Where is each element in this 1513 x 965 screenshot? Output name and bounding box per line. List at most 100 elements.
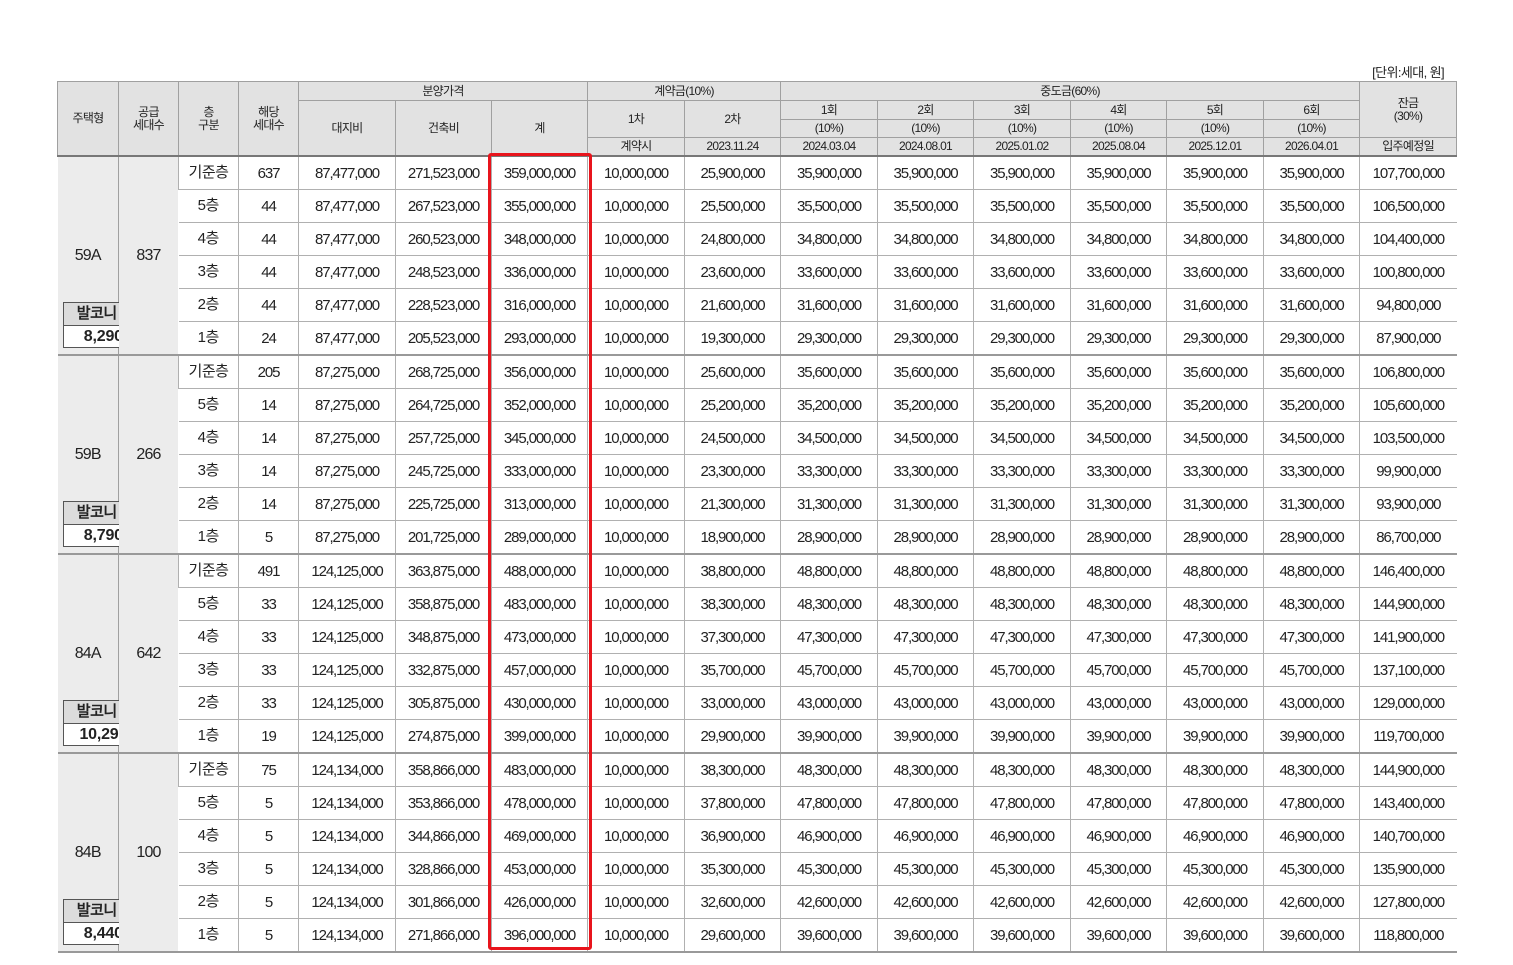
balance-cell: 144,900,000 [1359, 753, 1457, 787]
middle-payment-cell: 35,200,000 [780, 388, 878, 422]
middle-payment-cell: 43,000,000 [1070, 686, 1167, 720]
header-middle-pct: (10%) [780, 119, 878, 138]
type-cell: 84B발코니 확장비8,440,000 [57, 753, 175, 953]
middle-payment-cell: 43,000,000 [1166, 686, 1264, 720]
total-cell: 426,000,000 [491, 885, 588, 919]
middle-payment-cell: 35,500,000 [1166, 189, 1264, 223]
contract-2-cell: 25,600,000 [684, 355, 781, 389]
units-cell: 205 [238, 355, 299, 389]
middle-payment-cell: 33,300,000 [1262, 454, 1360, 488]
middle-payment-cell: 48,300,000 [877, 587, 974, 621]
middle-payment-cell: 48,300,000 [1070, 587, 1167, 621]
contract-2-cell: 38,300,000 [684, 587, 781, 621]
header-land: 대지비 [298, 100, 396, 157]
floor-cell: 1층 [178, 719, 239, 754]
header-middle-date: 2026.04.01 [1262, 137, 1361, 157]
header-middle-label: 6회 [1262, 100, 1361, 120]
floor-cell: 2층 [178, 487, 239, 521]
land-cost-cell: 87,275,000 [298, 355, 396, 389]
table-row: 3층 33 124,125,000 332,875,000 457,000,000 10,… [58, 653, 1457, 687]
land-cost-cell: 124,125,000 [298, 587, 396, 621]
contract-2-cell: 29,600,000 [684, 918, 781, 953]
header-middle-pct: (10%) [1070, 119, 1167, 138]
header-middle-label: 1회 [780, 100, 878, 120]
balance-cell: 140,700,000 [1359, 819, 1457, 853]
middle-payment-cell: 47,300,000 [780, 620, 878, 654]
units-cell: 33 [238, 620, 299, 654]
land-cost-cell: 87,275,000 [298, 487, 396, 521]
header-contract-2-date: 2023.11.24 [684, 137, 781, 157]
middle-payment-cell: 48,300,000 [780, 753, 878, 787]
build-cost-cell: 245,725,000 [395, 454, 492, 488]
middle-payment-cell: 35,500,000 [780, 189, 878, 223]
contract-2-cell: 24,800,000 [684, 222, 781, 256]
header-middle-label: 2회 [877, 100, 974, 120]
middle-payment-cell: 33,600,000 [780, 255, 878, 289]
floor-cell: 4층 [178, 421, 239, 455]
middle-payment-cell: 47,800,000 [780, 786, 878, 820]
middle-payment-cell: 35,200,000 [1166, 388, 1264, 422]
middle-payment-cell: 46,900,000 [1166, 819, 1264, 853]
middle-payment-cell: 34,800,000 [1070, 222, 1167, 256]
middle-payment-cell: 33,600,000 [1166, 255, 1264, 289]
build-cost-cell: 271,523,000 [395, 156, 492, 190]
table-row: 5층 33 124,125,000 358,875,000 483,000,000 10,… [58, 587, 1457, 621]
header-middle-label: 5회 [1166, 100, 1264, 120]
header-middle-pct: (10%) [1166, 119, 1264, 138]
middle-payment-cell: 35,900,000 [1070, 156, 1167, 190]
contract-1-cell: 10,000,000 [587, 255, 685, 289]
middle-payment-cell: 35,600,000 [973, 355, 1071, 389]
floor-cell: 4층 [178, 819, 239, 853]
balance-cell: 129,000,000 [1359, 686, 1457, 720]
table-row: 5층 14 87,275,000 264,725,000 352,000,000 10,0… [58, 388, 1457, 422]
middle-payment-cell: 34,800,000 [1166, 222, 1264, 256]
middle-payment-cell: 45,700,000 [877, 653, 974, 687]
middle-payment-cell: 31,300,000 [1262, 487, 1360, 521]
contract-2-cell: 35,700,000 [684, 653, 781, 687]
contract-2-cell: 23,300,000 [684, 454, 781, 488]
floor-cell: 1층 [178, 520, 239, 555]
middle-payment-cell: 35,500,000 [877, 189, 974, 223]
units-cell: 5 [238, 819, 299, 853]
middle-payment-cell: 35,200,000 [877, 388, 974, 422]
type-cell: 59B발코니 확장비8,790,000 [57, 355, 175, 555]
build-cost-cell: 268,725,000 [395, 355, 492, 389]
floor-cell: 5층 [178, 587, 239, 621]
header-middle-date: 2025.12.01 [1166, 137, 1264, 157]
middle-payment-cell: 45,300,000 [973, 852, 1071, 886]
middle-payment-cell: 39,600,000 [780, 918, 878, 953]
middle-payment-cell: 33,600,000 [877, 255, 974, 289]
build-cost-cell: 274,875,000 [395, 719, 492, 754]
middle-payment-cell: 35,200,000 [1262, 388, 1360, 422]
land-cost-cell: 87,275,000 [298, 520, 396, 555]
units-cell: 14 [238, 421, 299, 455]
middle-payment-cell: 31,300,000 [1070, 487, 1167, 521]
middle-payment-cell: 28,900,000 [780, 520, 878, 555]
total-cell: 336,000,000 [491, 255, 588, 289]
header-total: 계 [491, 100, 588, 157]
table-row: 5층 5 124,134,000 353,866,000 478,000,000 10,0… [58, 786, 1457, 820]
middle-payment-cell: 34,800,000 [973, 222, 1071, 256]
middle-payment-cell: 48,300,000 [1262, 587, 1360, 621]
floor-cell: 1층 [178, 918, 239, 953]
contract-1-cell: 10,000,000 [587, 288, 685, 322]
middle-payment-cell: 45,700,000 [1166, 653, 1264, 687]
total-cell: 355,000,000 [491, 189, 588, 223]
middle-payment-cell: 47,300,000 [973, 620, 1071, 654]
land-cost-cell: 124,134,000 [298, 918, 396, 953]
contract-2-cell: 37,300,000 [684, 620, 781, 654]
contract-1-cell: 10,000,000 [587, 222, 685, 256]
middle-payment-cell: 33,600,000 [973, 255, 1071, 289]
floor-cell: 4층 [178, 620, 239, 654]
middle-payment-cell: 39,900,000 [780, 719, 878, 754]
middle-payment-cell: 34,500,000 [973, 421, 1071, 455]
build-cost-cell: 358,866,000 [395, 753, 492, 787]
middle-payment-cell: 31,600,000 [1262, 288, 1360, 322]
middle-payment-cell: 35,600,000 [780, 355, 878, 389]
land-cost-cell: 124,134,000 [298, 786, 396, 820]
floor-cell: 3층 [178, 852, 239, 886]
middle-payment-cell: 47,800,000 [877, 786, 974, 820]
floor-cell: 기준층 [178, 753, 239, 787]
middle-payment-cell: 42,600,000 [1262, 885, 1360, 919]
contract-1-cell: 10,000,000 [587, 554, 685, 588]
